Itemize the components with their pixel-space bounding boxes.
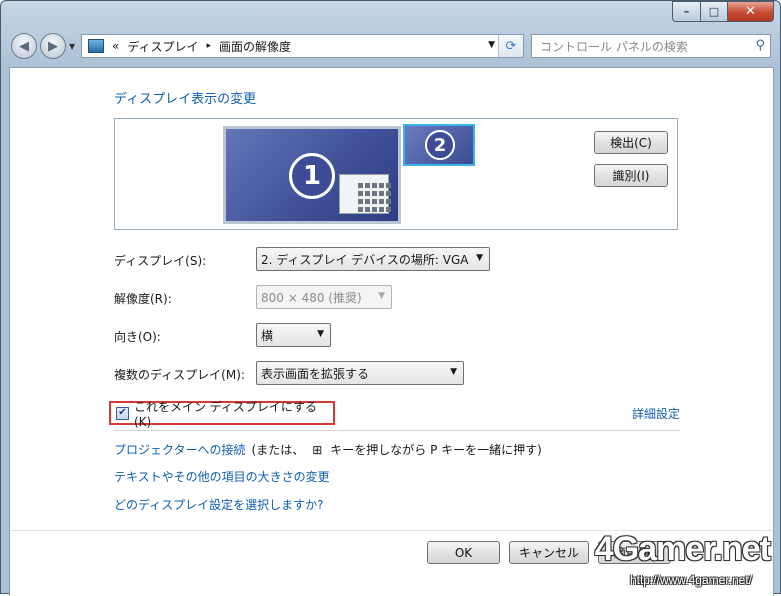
orientation-label: 向き(O): (114, 330, 161, 344)
recent-pages-dropdown[interactable]: ▼ (69, 42, 75, 51)
resolution-select: 800 × 480 (推奨) ▼ (256, 285, 392, 309)
multiple-displays-label: 複数のディスプレイ(M): (114, 368, 245, 382)
breadcrumb-separator-icon[interactable]: ▸ (207, 41, 212, 51)
search-input[interactable]: コントロール パネルの検索 ⚲ (531, 34, 771, 58)
watermark-logo: 4Gamer.net (594, 530, 771, 568)
monitor-2[interactable]: 2 (403, 124, 475, 166)
display-preview: 1 2 検出(C) 識別(I) (114, 118, 678, 230)
breadcrumb-display[interactable]: ディスプレイ (127, 38, 198, 55)
divider (114, 430, 680, 431)
chevron-down-icon: ▼ (317, 329, 324, 339)
minimize-button[interactable]: – (672, 1, 701, 22)
control-panel-icon (88, 39, 104, 53)
address-dropdown-icon[interactable]: ▼ (488, 40, 495, 50)
page-title: ディスプレイ表示の変更 (114, 92, 257, 107)
breadcrumb-resolution[interactable]: 画面の解像度 (219, 38, 291, 55)
close-button[interactable]: ✕ (728, 1, 774, 22)
display-select-value: 2. ディスプレイ デバイスの場所: VGA (261, 252, 469, 267)
main-content: ディスプレイ表示の変更 1 2 検出(C) 識別(I) ディスプレイ(S): 2… (9, 67, 774, 596)
search-icon[interactable]: ⚲ (755, 38, 765, 53)
monitor-1[interactable]: 1 (223, 126, 401, 224)
ok-button[interactable]: OK (427, 541, 500, 564)
chevron-down-icon: ▼ (378, 291, 385, 301)
resolution-label: 解像度(R): (114, 292, 172, 306)
caption-buttons: – □ ✕ (672, 1, 774, 22)
search-placeholder: コントロール パネルの検索 (540, 39, 688, 54)
resolution-select-value: 800 × 480 (推奨) (261, 290, 362, 305)
identify-button[interactable]: 識別(I) (594, 164, 668, 187)
breadcrumb-overflow[interactable]: « (112, 39, 119, 53)
maximize-button[interactable]: □ (701, 1, 728, 22)
main-display-highlight: ✔ これをメイン ディスプレイにする(K) (109, 400, 335, 429)
desktop-mini-icon (339, 174, 391, 214)
multiple-displays-select-value: 表示画面を拡張する (261, 366, 370, 381)
display-label: ディスプレイ(S): (114, 254, 207, 268)
text-size-link[interactable]: テキストやその他の項目の大きさの変更 (114, 468, 330, 485)
arrow-right-icon: ▶ (48, 38, 58, 54)
multiple-displays-select[interactable]: 表示画面を拡張する ▼ (256, 361, 464, 385)
main-display-checkbox-label[interactable]: これをメイン ディスプレイにする(K) (134, 398, 333, 429)
advanced-settings-link[interactable]: 詳細設定 (632, 405, 680, 422)
projector-note-start: (または、 (251, 443, 305, 457)
refresh-icon[interactable]: ⟳ (498, 35, 523, 57)
orientation-select-value: 横 (261, 328, 274, 343)
monitor-1-number: 1 (289, 153, 335, 199)
projector-note-end: キーを押しながら P キーを一緒に押す) (330, 443, 542, 457)
chevron-down-icon: ▼ (476, 253, 483, 263)
which-settings-link[interactable]: どのディスプレイ設定を選択しますか? (114, 496, 324, 513)
detect-button[interactable]: 検出(C) (594, 131, 668, 154)
orientation-select[interactable]: 横 ▼ (256, 323, 331, 347)
monitor-2-number: 2 (425, 130, 455, 160)
forward-button[interactable]: ▶ (40, 33, 66, 59)
projector-link[interactable]: プロジェクターへの接続 (114, 441, 246, 458)
projector-row: プロジェクターへの接続 (または、 ⊞ キーを押しながら P キーを一緒に押す) (114, 441, 542, 458)
windows-logo-icon: ⊞ (312, 442, 323, 457)
arrow-left-icon: ◀ (19, 38, 29, 54)
navigation-buttons: ◀ ▶ ▼ (11, 33, 75, 59)
control-panel-window: – □ ✕ ◀ ▶ ▼ « ディスプレイ ▸ 画面の解像度 ▼ ⟳ コントロール… (0, 0, 781, 596)
chevron-down-icon: ▼ (450, 367, 457, 377)
main-display-checkbox[interactable]: ✔ (116, 406, 129, 420)
back-button[interactable]: ◀ (11, 33, 37, 59)
cancel-button[interactable]: キャンセル (509, 541, 589, 564)
address-bar[interactable]: « ディスプレイ ▸ 画面の解像度 ▼ ⟳ (81, 34, 524, 58)
watermark-url: http://www.4gamer.net/ (629, 573, 752, 587)
display-select[interactable]: 2. ディスプレイ デバイスの場所: VGA ▼ (256, 247, 490, 271)
